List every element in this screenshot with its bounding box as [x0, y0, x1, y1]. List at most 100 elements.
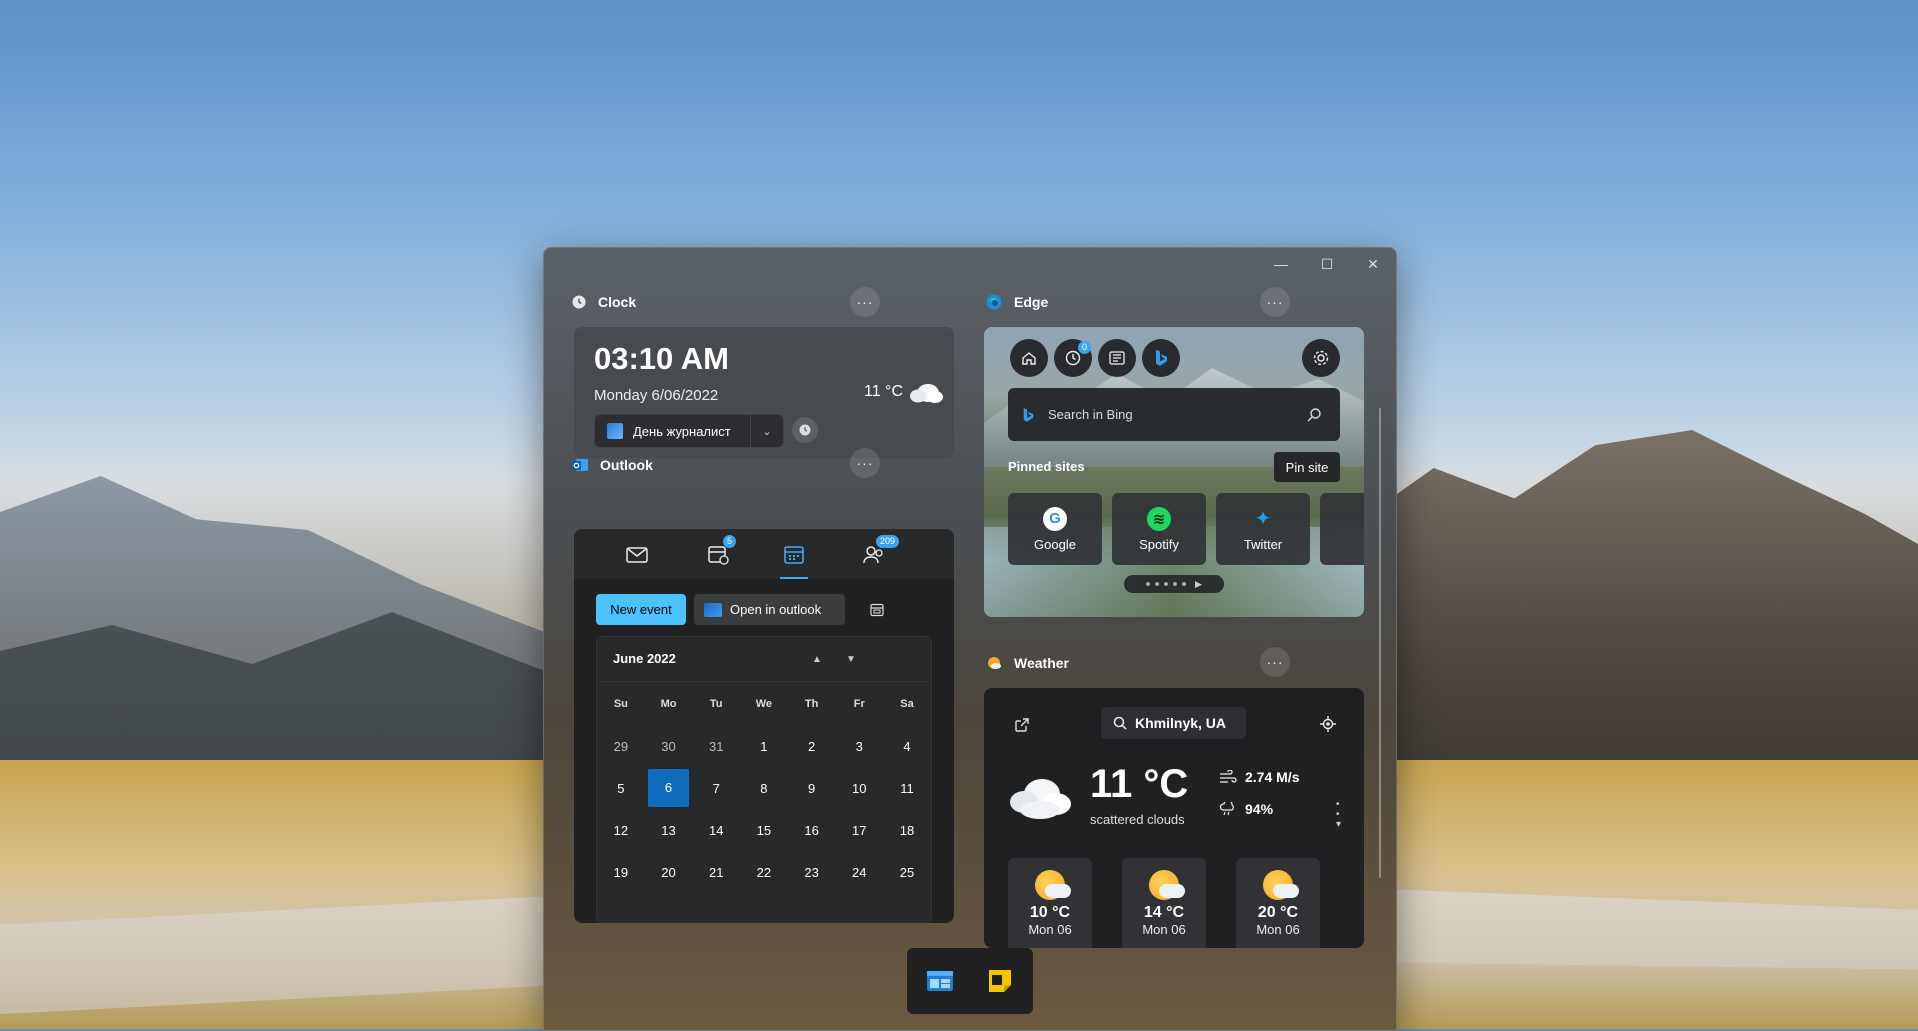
- calendar-day[interactable]: 22: [740, 865, 788, 880]
- pinned-site-partial[interactable]: [1320, 493, 1364, 565]
- calendar-day[interactable]: 4: [883, 739, 931, 754]
- widgets-icon: [927, 971, 953, 991]
- tab-events[interactable]: 5: [699, 535, 739, 569]
- location-search[interactable]: Khmilnyk, UA: [1101, 707, 1246, 739]
- calendar-day[interactable]: 12: [597, 823, 645, 838]
- calendar-day[interactable]: 16: [788, 823, 836, 838]
- outlook-header: Outlook: [572, 453, 653, 477]
- weekday-label: Su: [613, 698, 628, 710]
- clock-time: 03:10 AM: [594, 341, 729, 376]
- calendar-day[interactable]: 17: [835, 823, 883, 838]
- calendar-day-selected[interactable]: 6: [647, 769, 690, 807]
- edge-history-button[interactable]: 0: [1054, 339, 1092, 377]
- edge-news-button[interactable]: [1098, 339, 1136, 377]
- pinned-site-google[interactable]: G Google: [1008, 493, 1102, 565]
- calendar-day[interactable]: 19: [597, 865, 645, 880]
- pinned-site-spotify[interactable]: ≋ Spotify: [1112, 493, 1206, 565]
- sticky-notes-button[interactable]: [985, 966, 1015, 996]
- clock-card: 03:10 AM Monday 6/06/2022 11 °C День жур…: [574, 327, 954, 458]
- edge-settings-button[interactable]: [1302, 339, 1340, 377]
- timezone-select[interactable]: День журналист ⌄: [594, 414, 784, 448]
- chevron-down-icon[interactable]: ⌄: [750, 415, 783, 447]
- minimize-button[interactable]: —: [1258, 248, 1304, 280]
- calendar-day[interactable]: 23: [788, 865, 836, 880]
- clock-title: Clock: [598, 294, 637, 310]
- calendar-day[interactable]: 30: [645, 739, 693, 754]
- forecast-item[interactable]: 10 °C Mon 06: [1008, 858, 1092, 948]
- calendar-view-button[interactable]: [864, 597, 890, 623]
- sun-cloud-icon: [1035, 870, 1071, 900]
- forecast-temp: 14 °C: [1143, 904, 1185, 921]
- humidity-value: 94%: [1245, 801, 1274, 817]
- pin-site-button[interactable]: Pin site: [1274, 452, 1340, 482]
- events-badge: 5: [723, 535, 737, 548]
- close-button[interactable]: ✕: [1350, 248, 1396, 280]
- locate-icon[interactable]: [1320, 716, 1336, 732]
- pager-next-icon[interactable]: ▶: [1195, 579, 1202, 590]
- widgets-app-button[interactable]: [925, 966, 955, 996]
- forecast-item[interactable]: 14 °C Mon 06: [1122, 858, 1206, 948]
- clock-header: Clock: [572, 290, 636, 314]
- calendar-day[interactable]: 31: [692, 739, 740, 754]
- tab-calendar[interactable]: [774, 541, 814, 579]
- weather-title: Weather: [1014, 655, 1069, 671]
- outlook-tabs: 5 209: [574, 529, 954, 579]
- calendar-day[interactable]: 24: [835, 865, 883, 880]
- calendar-grid: Su Mo Tu We Th Fr Sa 29 30 31 1 2 3 4 5 6 7 8 9 10 11 12 13 14 1…: [597, 683, 931, 893]
- calendar-day[interactable]: 2: [788, 739, 836, 754]
- forecast-day: Mon 06: [1028, 922, 1072, 937]
- calendar-day[interactable]: 21: [692, 865, 740, 880]
- outlook-icon: [572, 459, 588, 471]
- clock-settings-button[interactable]: [792, 417, 818, 443]
- scrollbar[interactable]: [1379, 408, 1381, 878]
- prev-month-button[interactable]: ▲: [807, 649, 827, 669]
- weather-card: Khmilnyk, UA 11 °C scattered clouds 2.74…: [984, 688, 1364, 948]
- calendar-day[interactable]: 15: [740, 823, 788, 838]
- calendar-day[interactable]: 13: [645, 823, 693, 838]
- calendar-day[interactable]: 14: [692, 823, 740, 838]
- open-in-outlook-button[interactable]: Open in outlook: [694, 594, 845, 625]
- bing-search-box[interactable]: Search in Bing: [1008, 388, 1340, 441]
- calendar-week-row: 29 30 31 1 2 3 4: [597, 725, 931, 767]
- rain-cloud-icon: [1219, 802, 1234, 816]
- edge-bing-button[interactable]: [1142, 339, 1180, 377]
- calendar-day[interactable]: 9: [788, 781, 836, 796]
- calendar-day[interactable]: 11: [883, 781, 931, 796]
- weather-more-button[interactable]: ···: [1260, 647, 1290, 677]
- outlook-more-button[interactable]: ···: [850, 448, 880, 478]
- calendar-day[interactable]: 1: [740, 739, 788, 754]
- pager-dot: [1182, 582, 1187, 586]
- edge-more-button[interactable]: ···: [1260, 287, 1290, 317]
- spotify-icon: ≋: [1147, 506, 1171, 531]
- edge-icon: [986, 294, 1002, 310]
- calendar-day[interactable]: 25: [883, 865, 931, 880]
- maximize-button[interactable]: ☐: [1304, 248, 1350, 280]
- more-details-dots[interactable]: • • ▾: [1336, 800, 1341, 830]
- wind-speed: 2.74 M/s: [1219, 769, 1299, 785]
- calendar-day[interactable]: 20: [645, 865, 693, 880]
- current-temperature: 11 °C: [1090, 762, 1189, 806]
- pinned-sites-label: Pinned sites: [1008, 459, 1085, 474]
- google-icon: G: [1043, 506, 1067, 531]
- calendar-day[interactable]: 29: [597, 739, 645, 754]
- wind-value: 2.74 M/s: [1245, 769, 1300, 785]
- calendar-day[interactable]: 10: [835, 781, 883, 796]
- forecast-item[interactable]: 20 °C Mon 06: [1236, 858, 1320, 948]
- bottom-toolbar: [907, 948, 1033, 1014]
- clock-more-button[interactable]: ···: [850, 287, 880, 317]
- calendar-day[interactable]: 5: [597, 781, 645, 796]
- pinned-site-twitter[interactable]: ✦ Twitter: [1216, 493, 1310, 565]
- calendar-day[interactable]: 8: [740, 781, 788, 796]
- pinned-sites-pager[interactable]: ▶: [1124, 575, 1224, 593]
- next-month-button[interactable]: ▼: [841, 649, 861, 669]
- edge-home-button[interactable]: [1010, 339, 1048, 377]
- open-external-icon[interactable]: [1014, 717, 1030, 733]
- weekday-label: Tu: [709, 698, 723, 710]
- calendar-day[interactable]: 7: [692, 781, 740, 796]
- tab-people[interactable]: 209: [854, 535, 900, 569]
- search-icon[interactable]: [1306, 407, 1322, 423]
- tab-mail[interactable]: [617, 541, 657, 569]
- new-event-button[interactable]: New event: [596, 594, 686, 625]
- calendar-day[interactable]: 3: [835, 739, 883, 754]
- calendar-day[interactable]: 18: [883, 823, 931, 838]
